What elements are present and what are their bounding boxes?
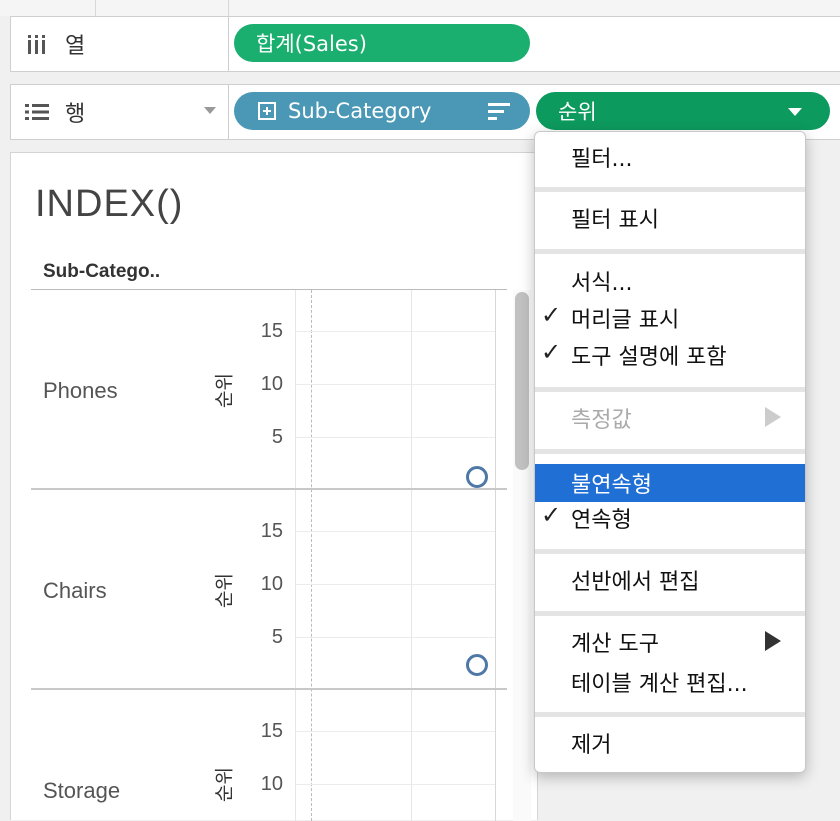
- menu-separator: [535, 611, 805, 616]
- rows-shelf-label[interactable]: 행: [11, 85, 229, 139]
- tick-label: 10: [260, 373, 283, 395]
- sort-icon: [488, 103, 510, 121]
- plot-left-border: [295, 290, 296, 821]
- rank-pill-label: 순위: [558, 100, 597, 124]
- menu-separator: [535, 387, 805, 392]
- gridline: [295, 331, 495, 332]
- menu-item-measure[interactable]: 측정값: [535, 399, 805, 437]
- plot-right-border: [495, 290, 496, 821]
- tick-label: 15: [260, 320, 283, 342]
- menu-item-label: 필터...: [571, 147, 633, 172]
- expand-icon[interactable]: [258, 102, 276, 120]
- menu-item-label: 측정값: [571, 408, 632, 433]
- chevron-down-icon[interactable]: [788, 108, 802, 116]
- menu-item-filter[interactable]: 필터...: [535, 138, 805, 176]
- sales-pill[interactable]: 합계(Sales): [234, 24, 530, 62]
- tick-label: 5: [271, 626, 283, 648]
- divider: [95, 0, 96, 16]
- scrollbar-thumb[interactable]: [515, 292, 529, 470]
- row-label-chairs[interactable]: Chairs: [43, 578, 107, 604]
- menu-item-continuous[interactable]: ✓ 연속형: [535, 499, 805, 537]
- row-label-storage[interactable]: Storage: [43, 778, 120, 804]
- menu-item-label: 제거: [571, 733, 612, 758]
- gridline: [295, 637, 495, 638]
- menu-separator: [535, 449, 805, 454]
- row-separator: [31, 688, 507, 690]
- menu-item-label: 계산 도구: [571, 632, 659, 657]
- sub-category-pill-label: Sub-Category: [288, 99, 432, 123]
- menu-item-discrete[interactable]: 불연속형: [535, 464, 805, 502]
- menu-item-label: 연속형: [571, 508, 632, 533]
- gridline: [295, 584, 495, 585]
- submenu-arrow-icon: [765, 631, 781, 651]
- menu-separator: [535, 549, 805, 554]
- gridline: [411, 290, 412, 821]
- menu-item-edit-table-calc[interactable]: 테이블 계산 편집...: [535, 663, 805, 701]
- gridline: [295, 437, 495, 438]
- menu-item-edit-in-shelf[interactable]: 선반에서 편집: [535, 561, 805, 599]
- columns-icon: [23, 34, 51, 54]
- menu-item-remove[interactable]: 제거: [535, 724, 805, 762]
- divider: [228, 0, 229, 16]
- menu-item-label: 선반에서 편집: [571, 570, 700, 595]
- menu-item-label: 테이블 계산 편집...: [571, 672, 748, 697]
- chevron-down-icon[interactable]: [204, 107, 216, 114]
- axis-title: 순위: [213, 373, 236, 408]
- menu-item-label: 불연속형: [571, 473, 652, 498]
- tick-label: 5: [271, 426, 283, 448]
- view-title: INDEX(): [35, 183, 184, 225]
- data-point[interactable]: [466, 466, 488, 488]
- axis-title: 순위: [213, 767, 236, 802]
- rank-pill[interactable]: 순위: [536, 92, 830, 130]
- row-separator: [31, 488, 507, 490]
- column-header[interactable]: Sub-Catego..: [43, 261, 160, 283]
- columns-shelf-label: 열: [11, 17, 229, 71]
- rows-icon: [23, 103, 51, 121]
- header-line: [31, 289, 507, 290]
- menu-item-show-header[interactable]: ✓ 머리글 표시: [535, 299, 805, 337]
- rows-label-text: 행: [65, 102, 86, 127]
- menu-item-include-tooltip[interactable]: ✓ 도구 설명에 포함: [535, 336, 805, 374]
- menu-separator: [535, 712, 805, 717]
- menu-item-show-filter[interactable]: 필터 표시: [535, 199, 805, 237]
- zero-line: [311, 290, 312, 821]
- columns-label-text: 열: [65, 34, 86, 59]
- gridline: [295, 531, 495, 532]
- gridline: [295, 384, 495, 385]
- check-icon: ✓: [541, 338, 562, 366]
- tick-label: 10: [260, 573, 283, 595]
- menu-item-label: 도구 설명에 포함: [571, 345, 727, 370]
- view-canvas: INDEX() Sub-Catego.. Phones 순위 15 10 5 C…: [10, 152, 538, 821]
- gridline: [295, 784, 495, 785]
- tick-label: 10: [260, 773, 283, 795]
- context-menu: 필터... 필터 표시 서식... ✓ 머리글 표시 ✓ 도구 설명에 포함 측…: [534, 131, 806, 773]
- top-strip: [0, 0, 840, 16]
- tick-label: 15: [260, 520, 283, 542]
- menu-item-label: 서식...: [571, 271, 633, 296]
- menu-item-quick-table-calc[interactable]: 계산 도구: [535, 623, 805, 661]
- row-label-phones[interactable]: Phones: [43, 378, 118, 404]
- axis-title: 순위: [213, 573, 236, 608]
- submenu-arrow-icon: [765, 407, 781, 427]
- check-icon: ✓: [541, 301, 562, 329]
- gridline: [295, 731, 495, 732]
- menu-item-label: 필터 표시: [571, 208, 659, 233]
- sub-category-pill[interactable]: Sub-Category: [234, 92, 530, 130]
- tick-label: 15: [260, 720, 283, 742]
- menu-separator: [535, 249, 805, 254]
- sales-pill-label: 합계(Sales): [256, 32, 367, 56]
- data-point[interactable]: [466, 654, 488, 676]
- menu-item-label: 머리글 표시: [571, 308, 680, 333]
- vertical-scrollbar[interactable]: [513, 290, 531, 821]
- menu-separator: [535, 187, 805, 192]
- menu-item-format[interactable]: 서식...: [535, 262, 805, 300]
- check-icon: ✓: [541, 501, 562, 529]
